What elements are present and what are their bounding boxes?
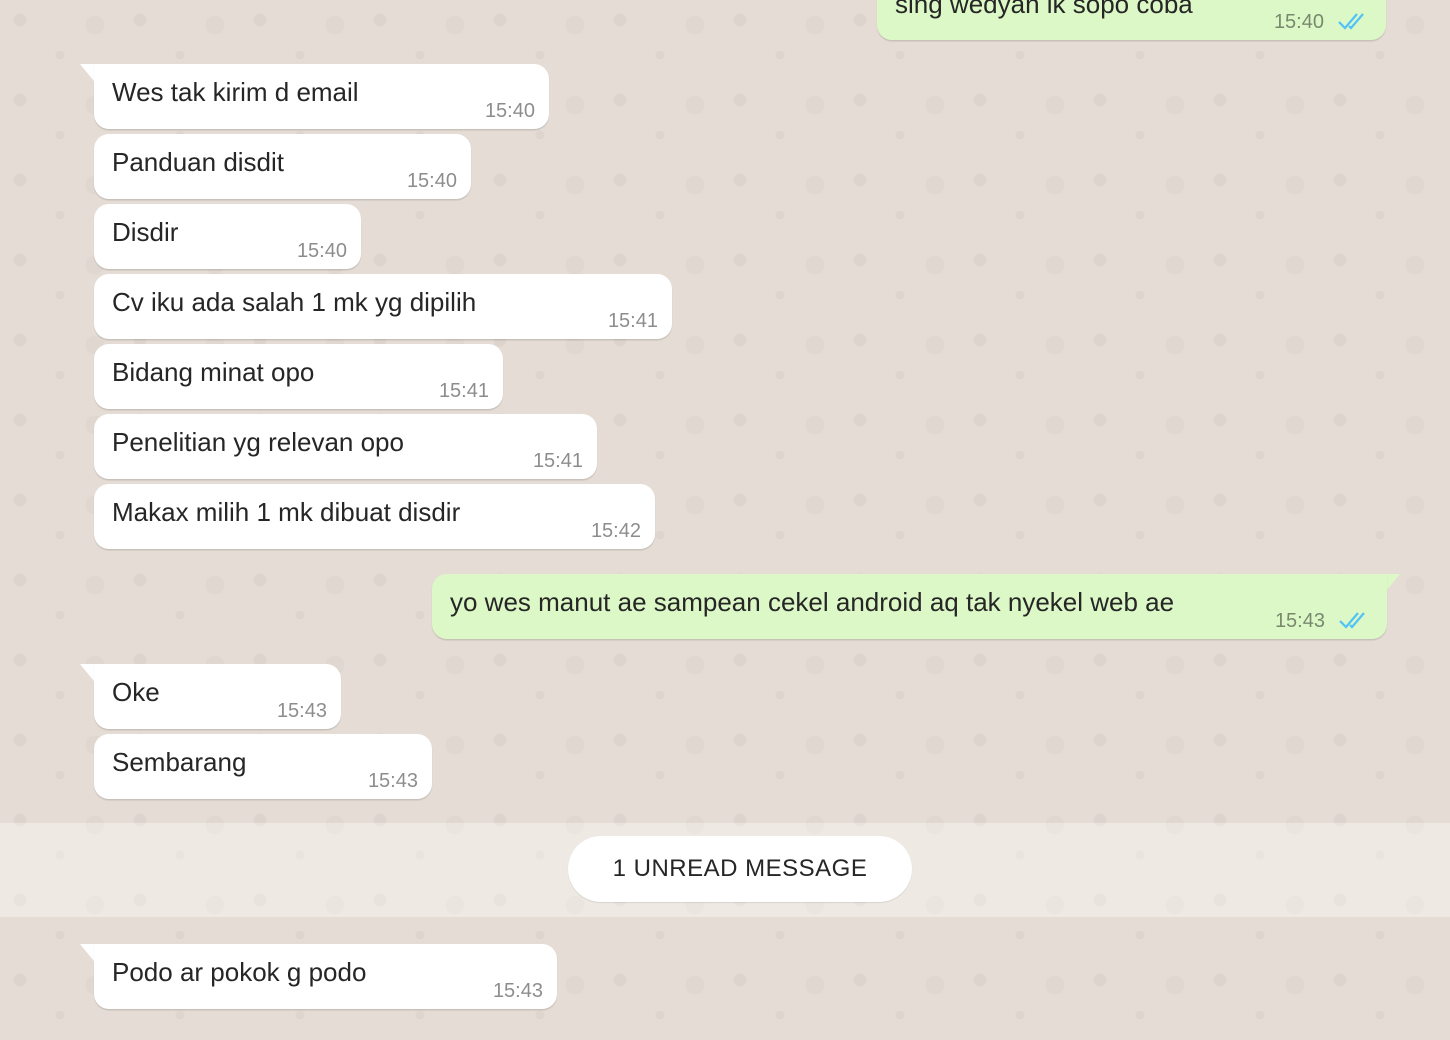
message-incoming[interactable]: Podo ar pokok g podo 15:43	[94, 944, 557, 1009]
message-incoming[interactable]: Disdir 15:40	[94, 204, 361, 269]
message-incoming[interactable]: Cv iku ada salah 1 mk yg dipilih 15:41	[94, 274, 672, 339]
message-text: Bidang minat opo	[112, 357, 315, 387]
message-text: Makax milih 1 mk dibuat disdir	[112, 497, 461, 527]
message-text: Penelitian yg relevan opo	[112, 427, 404, 457]
message-time: 15:40	[406, 170, 457, 192]
read-receipt-icon	[1339, 612, 1365, 629]
message-time: 15:41	[607, 310, 658, 332]
message-text: sing wedyan ik sopo coba	[895, 0, 1193, 19]
message-incoming[interactable]: Penelitian yg relevan opo 15:41	[94, 414, 597, 479]
message-incoming[interactable]: Bidang minat opo 15:41	[94, 344, 503, 409]
message-time: 15:43	[367, 770, 418, 792]
message-time: 15:43	[492, 980, 543, 1002]
message-time: 15:41	[438, 380, 489, 402]
message-time: 15:40	[484, 100, 535, 122]
message-incoming[interactable]: Sembarang 15:43	[94, 734, 432, 799]
message-text: Sembarang	[112, 747, 247, 777]
message-text: Oke	[112, 677, 160, 707]
message-text: Podo ar pokok g podo	[112, 957, 367, 987]
unread-messages-label: 1 UNREAD MESSAGE	[568, 836, 912, 902]
message-time: 15:43	[276, 700, 327, 722]
message-incoming[interactable]: Makax milih 1 mk dibuat disdir 15:42	[94, 484, 655, 549]
message-time: 15:40	[296, 240, 347, 262]
message-text: yo wes manut ae sampean cekel android aq…	[450, 587, 1175, 617]
message-outgoing[interactable]: sing wedyan ik sopo coba 15:40	[877, 0, 1386, 40]
message-incoming[interactable]: Oke 15:43	[94, 664, 341, 729]
read-receipt-icon	[1338, 13, 1364, 30]
message-time: 15:40	[1273, 11, 1324, 33]
message-time: 15:42	[590, 520, 641, 542]
message-outgoing[interactable]: yo wes manut ae sampean cekel android aq…	[432, 574, 1387, 639]
message-incoming[interactable]: Panduan disdit 15:40	[94, 134, 471, 199]
message-time: 15:41	[532, 450, 583, 472]
message-time: 15:43	[1274, 610, 1325, 632]
message-text: Disdir	[112, 217, 179, 247]
message-text: Panduan disdit	[112, 147, 285, 177]
message-incoming[interactable]: Wes tak kirim d email 15:40	[94, 64, 549, 129]
message-text: Cv iku ada salah 1 mk yg dipilih	[112, 287, 477, 317]
message-text: Wes tak kirim d email	[112, 77, 359, 107]
